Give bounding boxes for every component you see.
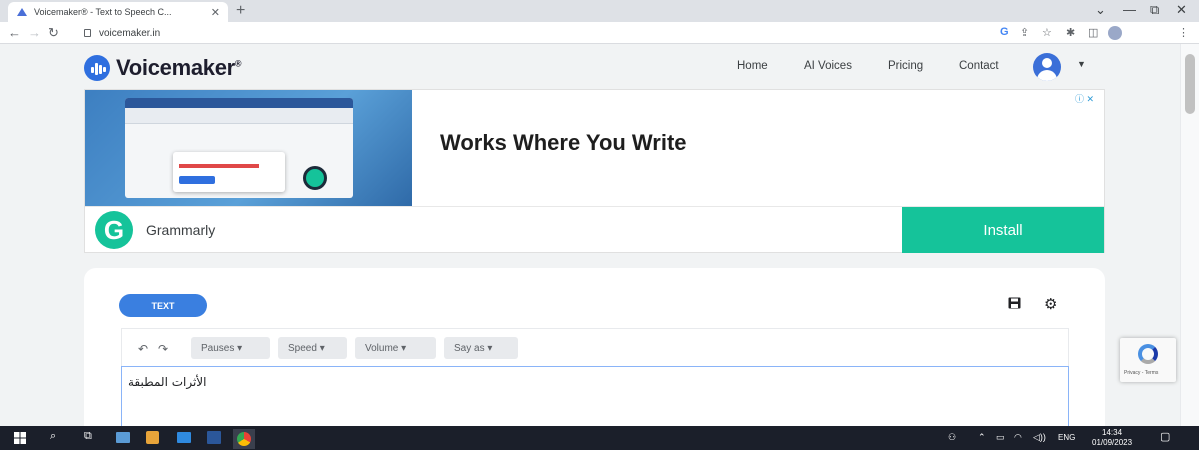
ad-footer: G Grammarly Install <box>85 206 1104 253</box>
ad-install-button[interactable]: Install <box>902 207 1104 253</box>
word-icon[interactable] <box>207 431 221 444</box>
text-mode-button[interactable]: TEXT <box>119 294 207 317</box>
back-arrow-icon[interactable]: ← <box>8 25 21 40</box>
tray-chevron-icon[interactable]: ⌃ <box>978 432 986 443</box>
clock-time: 14:34 <box>1102 428 1123 437</box>
chrome-menu-icon[interactable]: ⋮ <box>1178 26 1189 39</box>
user-menu-caret-icon[interactable]: ▼ <box>1077 59 1086 69</box>
tab-close-icon[interactable]: ✕ <box>211 6 220 19</box>
scrollbar-thumb[interactable] <box>1185 54 1195 114</box>
url-text: voicemaker.in <box>99 27 161 39</box>
tab-title: Voicemaker® - Text to Speech C... <box>34 7 172 17</box>
recaptcha-logo-icon <box>1138 344 1158 364</box>
voicemaker-favicon-icon <box>17 8 27 16</box>
chrome-taskbar-slot[interactable] <box>233 429 255 449</box>
new-tab-button[interactable]: + <box>236 2 245 20</box>
wifi-icon[interactable]: ◠ <box>1014 432 1022 443</box>
close-window-button[interactable]: ✕ <box>1176 2 1187 18</box>
grammarly-ad[interactable]: Works Where You Write ⓘ ✕ G Grammarly In… <box>84 89 1105 253</box>
browser-toolbar: ← → ↻ voicemaker.in G ⇪ ☆ ✱ ◫ ⋮ <box>0 22 1199 44</box>
side-panel-icon[interactable]: ◫ <box>1088 26 1098 39</box>
store-icon[interactable] <box>146 431 159 444</box>
task-view-icon[interactable]: ⧉ <box>84 430 92 443</box>
ad-brand-name: Grammarly <box>146 222 216 238</box>
recaptcha-label: Privacy - Terms <box>1124 370 1159 376</box>
ad-headline: Works Where You Write <box>440 130 687 155</box>
say-as-dropdown[interactable]: Say as ▾ <box>444 337 518 359</box>
site-logo[interactable]: Voicemaker® <box>84 55 242 81</box>
grammarly-logo-icon: G <box>95 211 133 249</box>
address-bar[interactable]: voicemaker.in <box>84 24 984 42</box>
user-avatar-icon[interactable] <box>1033 53 1061 81</box>
battery-icon: ▭ <box>996 432 1005 442</box>
logo-text: Voicemaker <box>116 55 235 80</box>
nav-pricing-link[interactable]: Pricing <box>888 60 923 72</box>
notifications-icon[interactable]: ▢ <box>1160 430 1170 443</box>
volume-icon[interactable]: ◁)) <box>1033 432 1046 443</box>
ad-suggestion-card <box>173 152 285 192</box>
ad-image <box>85 90 412 206</box>
recaptcha-badge[interactable]: Privacy - Terms <box>1120 338 1176 382</box>
editor-card: TEXT ⚙ ↶ ↷ Pauses ▾ Speed ▾ Volume ▾ Say… <box>84 268 1105 426</box>
google-translate-icon[interactable]: G <box>1000 26 1009 38</box>
language-indicator[interactable]: ENG <box>1058 433 1075 442</box>
editor-text-content: الأثرات المطبقة <box>128 375 207 389</box>
settings-gear-icon[interactable]: ⚙ <box>1044 295 1057 313</box>
nav-ai-voices-link[interactable]: AI Voices <box>804 60 852 72</box>
file-explorer-icon[interactable] <box>116 432 130 443</box>
extensions-icon[interactable]: ✱ <box>1066 26 1075 39</box>
pauses-dropdown[interactable]: Pauses ▾ <box>191 337 270 359</box>
mail-icon[interactable] <box>177 432 191 443</box>
grammarly-small-logo-icon <box>303 166 327 190</box>
forward-arrow-icon[interactable]: → <box>28 25 41 40</box>
people-icon[interactable]: ⚇ <box>948 432 956 443</box>
text-editor-area[interactable]: الأثرات المطبقة <box>121 366 1069 426</box>
windows-start-icon[interactable] <box>12 430 28 446</box>
ad-choices-icon[interactable]: ⓘ ✕ <box>1075 92 1094 105</box>
browser-tab-strip: Voicemaker® - Text to Speech C... ✕ + ⌄ … <box>0 0 1199 22</box>
redo-icon[interactable]: ↷ <box>158 342 168 356</box>
undo-icon[interactable]: ↶ <box>138 342 148 356</box>
clock-date: 01/09/2023 <box>1092 438 1133 447</box>
nav-home-link[interactable]: Home <box>737 60 768 72</box>
browser-tab[interactable]: Voicemaker® - Text to Speech C... ✕ <box>8 2 228 22</box>
restore-button[interactable]: ⧉ <box>1150 2 1159 18</box>
page-viewport: Voicemaker® Home AI Voices Pricing Conta… <box>0 44 1180 426</box>
share-icon[interactable]: ⇪ <box>1020 26 1029 39</box>
bookmark-star-icon[interactable]: ☆ <box>1042 26 1052 39</box>
save-icon[interactable] <box>1008 297 1021 309</box>
tab-search-icon[interactable]: ⌄ <box>1095 2 1106 18</box>
search-icon[interactable]: ⌕ <box>50 430 56 443</box>
voicemaker-logo-icon <box>84 55 110 81</box>
volume-dropdown[interactable]: Volume ▾ <box>355 337 436 359</box>
lock-icon <box>84 29 91 37</box>
chrome-icon <box>237 432 251 446</box>
profile-avatar-icon[interactable] <box>1108 26 1122 40</box>
system-clock[interactable]: 14:34 01/09/2023 <box>1092 428 1132 448</box>
editor-toolbar: ↶ ↷ Pauses ▾ Speed ▾ Volume ▾ Say as ▾ <box>121 328 1069 366</box>
speed-dropdown[interactable]: Speed ▾ <box>278 337 347 359</box>
windows-taskbar: ⌕ ⧉ ⚇ ⌃ ▭ ◠ ◁)) ENG 14:34 01/09/2023 ▢ <box>0 426 1199 450</box>
logo-registered-mark: ® <box>234 58 242 69</box>
reload-icon[interactable]: ↻ <box>48 25 59 41</box>
minimize-button[interactable]: — <box>1123 2 1136 17</box>
page-scrollbar[interactable] <box>1180 44 1199 426</box>
nav-contact-link[interactable]: Contact <box>959 60 999 72</box>
